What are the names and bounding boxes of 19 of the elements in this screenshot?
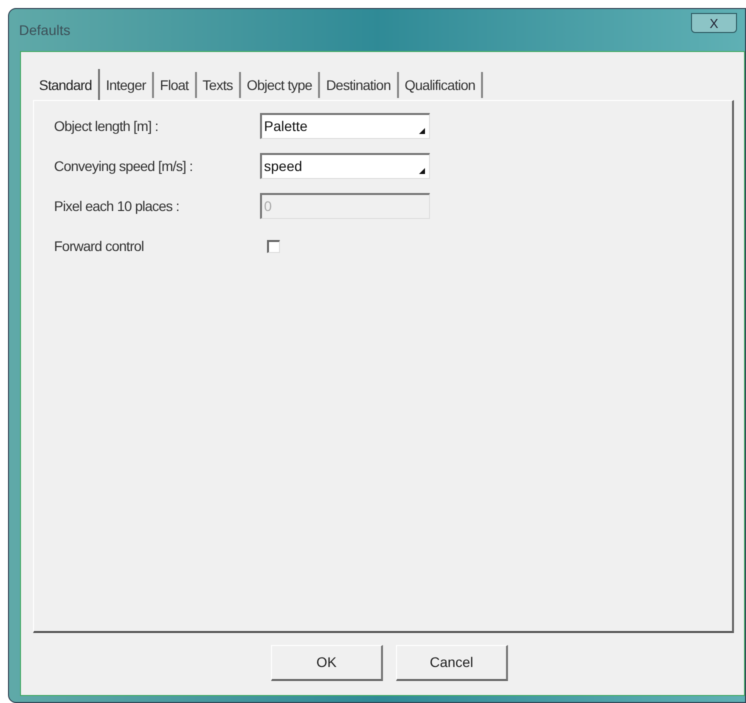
field-label: Pixel each 10 places : (54, 196, 180, 216)
combo-field[interactable]: speed (260, 153, 430, 179)
field-label: Conveying speed [m/s] : (54, 156, 194, 176)
corner-triangle-icon (419, 128, 425, 134)
checkbox[interactable] (267, 240, 280, 252)
field-label: Forward control (54, 236, 145, 256)
corner-triangle-icon (419, 168, 425, 174)
tab[interactable]: Qualification (398, 72, 484, 98)
combo-field[interactable]: Palette (260, 113, 430, 139)
tab[interactable]: Float (154, 72, 197, 98)
tab[interactable]: Texts (196, 72, 241, 98)
dialog-button[interactable]: Cancel (396, 645, 508, 681)
tab[interactable]: Integer (100, 72, 154, 98)
field-label: Object length [m] : (54, 116, 160, 136)
dialog-button[interactable]: OK (271, 645, 383, 681)
tab[interactable]: Destination (320, 72, 399, 98)
close-button[interactable]: X (691, 13, 737, 33)
tab[interactable]: Object type (240, 72, 320, 98)
window-title: Defaults (19, 20, 70, 40)
